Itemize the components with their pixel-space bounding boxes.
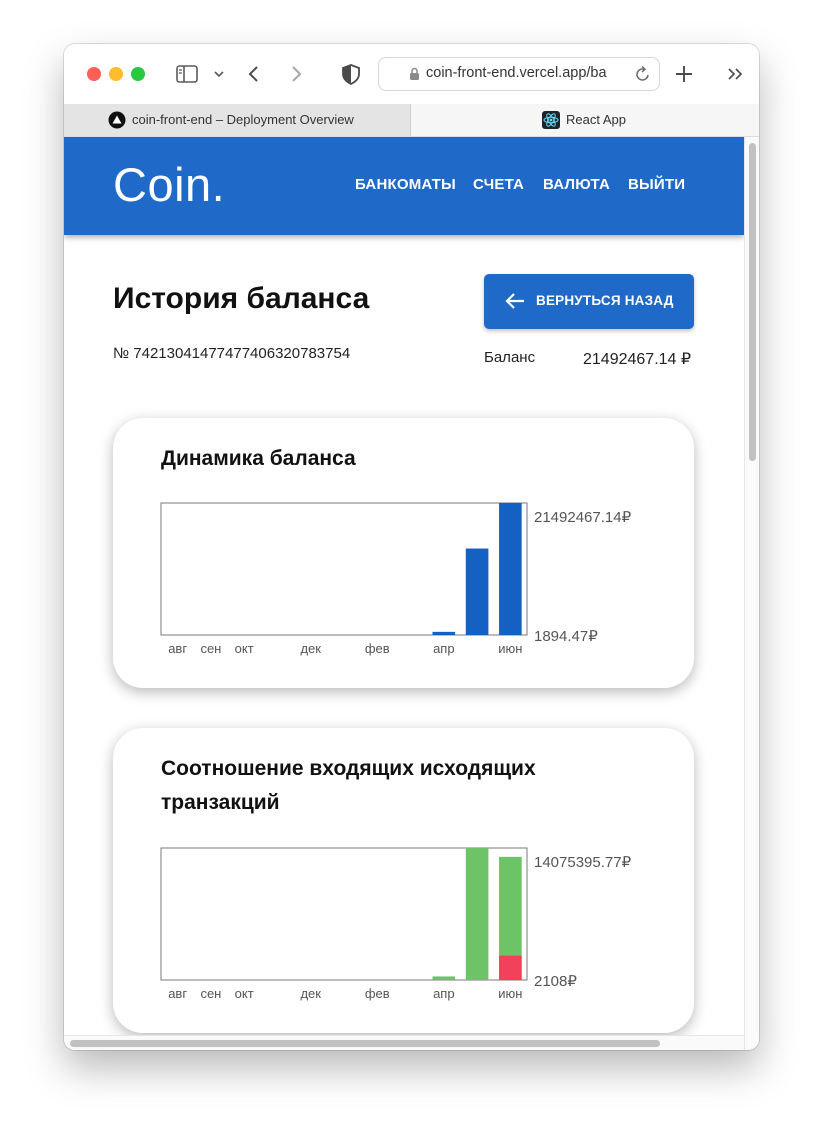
y-min-label: 1894.47₽ bbox=[534, 628, 598, 645]
minimize-window-button[interactable] bbox=[109, 67, 123, 81]
react-logo-icon bbox=[542, 111, 560, 134]
chevron-down-icon[interactable] bbox=[212, 62, 226, 86]
reload-icon[interactable] bbox=[635, 65, 651, 88]
x-tick-label: окт bbox=[235, 641, 254, 656]
transactions-ratio-card[interactable]: Соотношение входящих исходящих транзакци… bbox=[113, 728, 694, 1033]
close-window-button[interactable] bbox=[87, 67, 101, 81]
bar bbox=[499, 955, 522, 980]
y-max-label: 21492467.14₽ bbox=[534, 509, 632, 526]
browser-window: coin-front-end.vercel.app/ba coin-front-… bbox=[64, 44, 759, 1050]
vertical-scroll-thumb[interactable] bbox=[749, 143, 756, 461]
transactions-ratio-chart: авг сен окт дек фев апр июн 14075395.77₽ 2108₽ bbox=[160, 847, 632, 1001]
x-tick-label: фев bbox=[365, 641, 390, 656]
page-title: История баланса bbox=[113, 282, 370, 315]
x-tick-label: дек bbox=[300, 641, 321, 656]
url-fade bbox=[604, 64, 628, 84]
logo: Coin. bbox=[113, 158, 226, 211]
balance-label: Баланс bbox=[484, 349, 536, 366]
bar bbox=[465, 548, 489, 635]
browser-toolbar: coin-front-end.vercel.app/ba bbox=[64, 44, 759, 105]
x-tick-label: апр bbox=[433, 641, 455, 656]
tab-bar: coin-front-end – Deployment Overview Rea… bbox=[64, 104, 759, 137]
new-tab-icon[interactable] bbox=[673, 62, 695, 86]
bar bbox=[432, 976, 456, 980]
tab-label: React App bbox=[566, 112, 626, 127]
forward-nav-icon[interactable] bbox=[288, 62, 304, 86]
balance-dynamics-card[interactable]: Динамика баланса авг сен окт дек фев апр июн 21… bbox=[113, 418, 694, 688]
site-header: Coin. БАНКОМАТЫ СЧЕТА ВАЛЮТА ВЫЙТИ bbox=[64, 137, 744, 235]
x-tick-label: сен bbox=[200, 986, 221, 1001]
back-button-label: ВЕРНУТЬСЯ НАЗАД bbox=[536, 293, 674, 308]
tab-react-app[interactable]: React App bbox=[411, 104, 759, 136]
zoom-window-button[interactable] bbox=[131, 67, 145, 81]
x-tick-label: окт bbox=[235, 986, 254, 1001]
y-max-label: 14075395.77₽ bbox=[534, 854, 632, 871]
vertical-scrollbar[interactable] bbox=[744, 137, 759, 1050]
bar bbox=[432, 631, 456, 635]
x-tick-label: сен bbox=[200, 641, 221, 656]
back-button[interactable]: ВЕРНУТЬСЯ НАЗАД bbox=[484, 274, 694, 329]
x-tick-label: июн bbox=[498, 641, 522, 656]
horizontal-scroll-thumb[interactable] bbox=[70, 1040, 660, 1047]
x-tick-label: авг bbox=[168, 986, 187, 1001]
x-tick-label: июн bbox=[498, 986, 522, 1001]
nav-atms[interactable]: БАНКОМАТЫ bbox=[355, 176, 456, 193]
balance-value: 21492467.14 ₽ bbox=[583, 351, 692, 368]
bar bbox=[465, 848, 489, 980]
url-text: coin-front-end.vercel.app/ba bbox=[426, 65, 607, 81]
x-tick-label: фев bbox=[365, 986, 390, 1001]
nav-currency[interactable]: ВАЛЮТА bbox=[543, 176, 610, 193]
vercel-triangle-icon bbox=[108, 111, 126, 134]
horizontal-scrollbar[interactable] bbox=[64, 1035, 744, 1050]
x-tick-label: авг bbox=[168, 641, 187, 656]
web-page: Coin. БАНКОМАТЫ СЧЕТА ВАЛЮТА ВЫЙТИ Истор… bbox=[64, 137, 744, 1050]
privacy-shield-icon[interactable] bbox=[340, 62, 362, 86]
more-chevrons-icon[interactable] bbox=[726, 62, 746, 86]
arrow-left-icon bbox=[504, 292, 526, 315]
x-tick-label: апр bbox=[433, 986, 455, 1001]
y-min-label: 2108₽ bbox=[534, 973, 577, 990]
nav-accounts[interactable]: СЧЕТА bbox=[473, 176, 524, 193]
account-number: № 74213041477477406320783754 bbox=[113, 345, 351, 362]
tab-deployment-overview[interactable]: coin-front-end – Deployment Overview bbox=[64, 104, 411, 136]
bar bbox=[499, 503, 522, 635]
nav-logout[interactable]: ВЫЙТИ bbox=[628, 176, 685, 193]
lock-icon bbox=[409, 67, 420, 86]
back-nav-icon[interactable] bbox=[246, 62, 262, 86]
sidebar-toggle-icon[interactable] bbox=[175, 62, 199, 86]
balance-dynamics-chart: авг сен окт дек фев апр июн 21492467.14₽ 1894.47… bbox=[160, 502, 632, 656]
x-tick-label: дек bbox=[300, 986, 321, 1001]
tab-label: coin-front-end – Deployment Overview bbox=[132, 112, 354, 127]
address-bar[interactable]: coin-front-end.vercel.app/ba bbox=[378, 57, 660, 91]
